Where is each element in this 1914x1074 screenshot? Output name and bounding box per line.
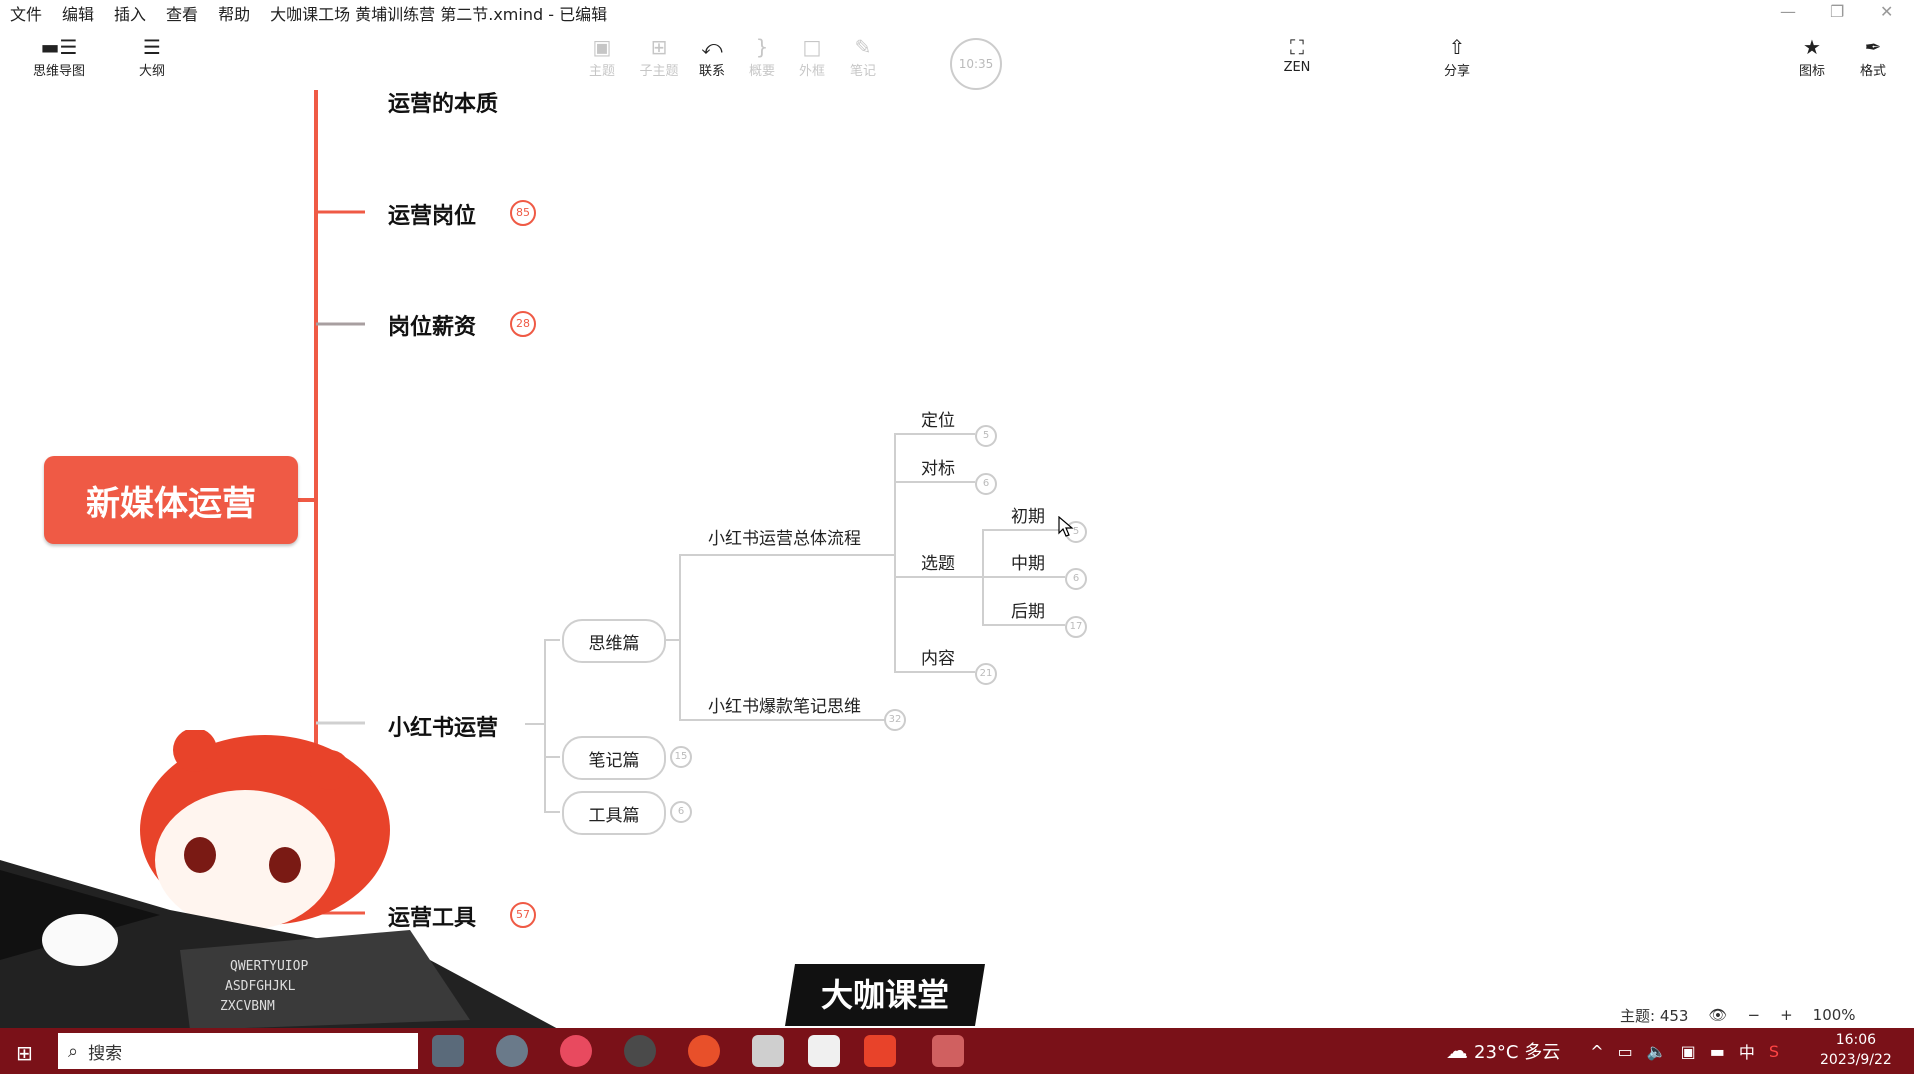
collapse-count-badge[interactable]: 21 (975, 663, 997, 685)
subtopic[interactable]: 内容 (921, 644, 955, 669)
subtopic[interactable]: 对标 (921, 454, 955, 479)
mascot-overlay-image: QWERTYUIOP ASDFGHJKL ZXCVBNM (0, 730, 560, 1030)
collapse-count-badge[interactable]: 5 (975, 425, 997, 447)
volume-icon[interactable]: 🔈 (1647, 1042, 1667, 1061)
sogou-icon[interactable]: S (1769, 1042, 1779, 1061)
svg-text:大咖课堂: 大咖课堂 (821, 976, 949, 1014)
tray-chevron-icon[interactable]: ^ (1590, 1042, 1603, 1061)
svg-text:QWERTYUIOP: QWERTYUIOP (230, 959, 308, 974)
collapse-count-badge[interactable]: 6 (1065, 568, 1087, 590)
subtopic[interactable]: 选题 (921, 549, 955, 574)
svg-text:ASDFGHJKL: ASDFGHJKL (225, 979, 296, 994)
main-topic[interactable]: 运营的本质 (388, 86, 498, 118)
subtopic[interactable]: 小红书运营总体流程 (708, 524, 861, 549)
taskbar-app-icon[interactable] (560, 1035, 592, 1067)
taskbar-app-icon[interactable] (432, 1035, 464, 1067)
clock-time: 16:06 (1835, 1032, 1877, 1048)
taskbar-app-icon[interactable] (624, 1035, 656, 1067)
subtopic[interactable]: 初期 (1011, 502, 1045, 527)
taskbar-app-icon[interactable] (752, 1035, 784, 1067)
network-icon[interactable]: ▭ (1618, 1042, 1633, 1061)
taskbar-app-icon[interactable] (932, 1035, 964, 1067)
zoom-out-icon[interactable]: − (1748, 1006, 1761, 1024)
zoom-level[interactable]: 100% (1813, 1006, 1856, 1024)
mouse-cursor-icon (1058, 516, 1074, 537)
eye-icon[interactable]: 👁 (1708, 1006, 1727, 1024)
weather-cloud-icon: ☁ (1446, 1038, 1468, 1064)
main-topic[interactable]: 运营岗位 (388, 198, 476, 230)
clock[interactable]: 16:06 2023/9/22 (1820, 1030, 1892, 1070)
collapse-count-badge[interactable]: 6 (670, 801, 692, 823)
main-topic[interactable]: 岗位薪资 (388, 309, 476, 341)
battery-icon[interactable]: ▬ (1710, 1042, 1725, 1061)
taskbar: ⊞ ⌕ 搜索 ☁ 23°C 多云 ^ ▭ 🔈 ▣ ▬ 中 S 16:06 202… (0, 1028, 1914, 1074)
weather-text[interactable]: 23°C 多云 (1474, 1038, 1560, 1064)
subtopic[interactable]: 中期 (1011, 549, 1045, 574)
svg-text:ZXCVBNM: ZXCVBNM (220, 999, 275, 1014)
system-tray: ☁ 23°C 多云 ^ ▭ 🔈 ▣ ▬ 中 S (1446, 1028, 1779, 1074)
collapse-count-badge[interactable]: 6 (975, 473, 997, 495)
windows-start-icon[interactable]: ⊞ (16, 1041, 33, 1065)
topic-pill[interactable]: 工具篇 (562, 791, 666, 835)
subtopic[interactable]: 小红书爆款笔记思维 (708, 692, 861, 717)
collapse-count-badge[interactable]: 32 (884, 709, 906, 731)
zoom-in-icon[interactable]: + (1780, 1006, 1793, 1024)
ime-indicator[interactable]: 中 (1739, 1039, 1755, 1063)
status-bar: 主题: 453 👁 − + 100% (1620, 1004, 1856, 1026)
tray-app-icon[interactable]: ▣ (1681, 1042, 1696, 1061)
search-icon: ⌕ (68, 1040, 79, 1062)
collapse-count-badge[interactable]: 28 (510, 311, 536, 337)
collapse-count-badge[interactable]: 85 (510, 200, 536, 226)
taskbar-search-input[interactable]: ⌕ 搜索 (58, 1033, 418, 1069)
search-placeholder: 搜索 (88, 1043, 123, 1064)
subtopic[interactable]: 后期 (1011, 597, 1045, 622)
taskbar-app-icon[interactable] (808, 1035, 840, 1067)
topic-pill[interactable]: 笔记篇 (562, 736, 666, 780)
taskbar-app-icon[interactable] (688, 1035, 720, 1067)
collapse-count-badge[interactable]: 15 (670, 746, 692, 768)
taskbar-app-icon[interactable] (496, 1035, 528, 1067)
xmind-app-icon[interactable] (864, 1035, 896, 1067)
root-topic[interactable]: 新媒体运营 (44, 456, 298, 544)
subtopic[interactable]: 定位 (921, 406, 955, 431)
topic-count: 主题: 453 (1620, 1006, 1689, 1025)
topic-pill[interactable]: 思维篇 (562, 619, 666, 663)
collapse-count-badge[interactable]: 17 (1065, 616, 1087, 638)
clock-date: 2023/9/22 (1820, 1052, 1892, 1068)
watermark-logo: 大咖课堂 (785, 964, 985, 1026)
